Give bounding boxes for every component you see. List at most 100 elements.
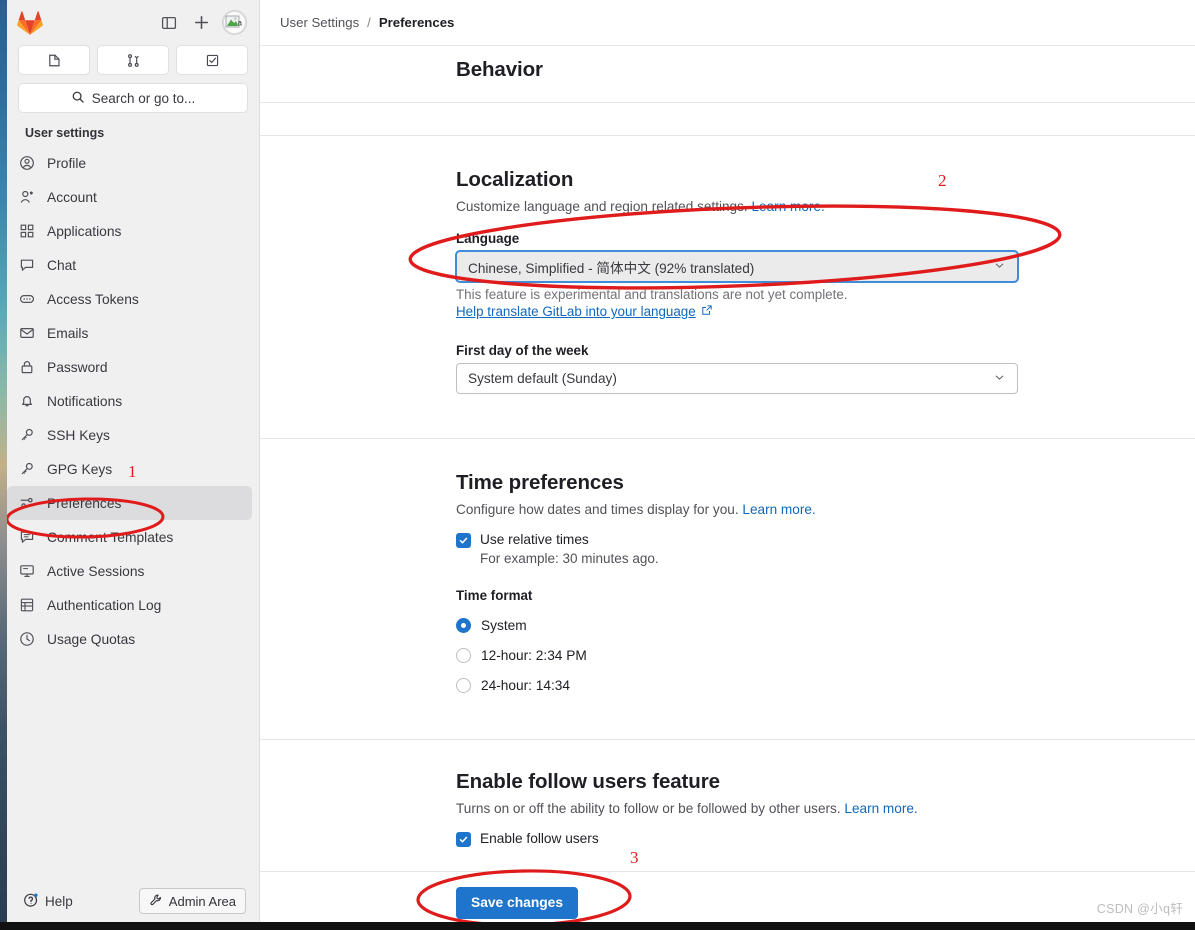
- sidebar-search-wrap: Search or go to...: [7, 83, 259, 123]
- sidebar-item-label: Access Tokens: [47, 291, 139, 307]
- sidebar-item-label: Usage Quotas: [47, 631, 136, 647]
- sidebar-item-active-sessions[interactable]: Active Sessions: [7, 554, 252, 588]
- sidebar-item-emails[interactable]: Emails: [7, 316, 252, 350]
- monitor-icon: [18, 563, 35, 580]
- sidebar-item-label: Notifications: [47, 393, 123, 409]
- localization-desc: Customize language and region related se…: [456, 199, 1195, 214]
- follow-users-desc: Turns on or off the ability to follow or…: [456, 801, 1195, 816]
- breadcrumb-separator: /: [367, 15, 371, 30]
- time-preferences-desc-text: Configure how dates and times display fo…: [456, 502, 739, 517]
- search-input[interactable]: Search or go to...: [18, 83, 248, 113]
- todos-button[interactable]: [176, 45, 248, 75]
- time-preferences-title: Time preferences: [456, 471, 624, 494]
- annotation-number-2: 2: [938, 171, 947, 190]
- user-star-icon: [18, 189, 35, 206]
- sidebar-item-label: GPG Keys: [47, 461, 113, 477]
- language-select-value: Chinese, Simplified - 简体中文 (92% translat…: [468, 260, 755, 276]
- merge-requests-button[interactable]: [97, 45, 169, 75]
- sidebar-item-label: Chat: [47, 257, 77, 273]
- use-relative-times-sub: For example: 30 minutes ago.: [480, 551, 659, 567]
- translate-link-row: Help translate GitLab into your language: [456, 304, 1195, 319]
- grid-apps-icon: [18, 223, 35, 240]
- plus-icon[interactable]: [187, 9, 215, 37]
- sidebar-item-profile[interactable]: Profile: [7, 146, 252, 180]
- breadcrumb-current[interactable]: Preferences: [379, 15, 455, 30]
- sidebar-item-access-tokens[interactable]: Access Tokens: [7, 282, 252, 316]
- wrench-icon: [149, 893, 163, 910]
- time-format-option-system[interactable]: System: [456, 618, 1195, 634]
- search-icon: [71, 90, 85, 107]
- sidebar-item-label: Comment Templates: [47, 529, 174, 545]
- sidebar-item-account[interactable]: Account: [7, 180, 252, 214]
- use-relative-times-row: Use relative times For example: 30 minut…: [456, 531, 1195, 566]
- radio-system[interactable]: [456, 618, 471, 634]
- language-select[interactable]: Chinese, Simplified - 简体中文 (92% translat…: [456, 251, 1018, 282]
- save-row: Save changes: [456, 872, 1195, 919]
- help-button[interactable]: Help: [23, 892, 73, 911]
- key-icon: [18, 461, 35, 478]
- sidebar-item-preferences[interactable]: Preferences: [7, 486, 252, 520]
- use-relative-times-texts: Use relative times For example: 30 minut…: [480, 531, 659, 566]
- sidebar-item-label: Emails: [47, 325, 89, 341]
- sidebar-item-label: Account: [47, 189, 97, 205]
- issues-button[interactable]: [18, 45, 90, 75]
- sidebar-item-label: Password: [47, 359, 108, 375]
- comment-lines-icon: [18, 529, 35, 546]
- localization-desc-text: Customize language and region related se…: [456, 199, 748, 214]
- admin-area-button[interactable]: Admin Area: [138, 888, 246, 914]
- admin-area-label: Admin Area: [168, 893, 236, 909]
- sidebar-section-title: User settings: [25, 126, 105, 140]
- sidebar-item-comment-templates[interactable]: Comment Templates: [7, 520, 252, 554]
- localization-title: Localization: [456, 168, 574, 191]
- time-format-label: Time format: [456, 588, 533, 604]
- watermark: CSDN @小q轩: [1096, 902, 1183, 916]
- svg-text:a: a: [238, 19, 243, 28]
- localization-learn-more-link[interactable]: Learn more.: [751, 199, 824, 214]
- time-format-option-12h[interactable]: 12-hour: 2:34 PM: [456, 648, 1195, 664]
- sidebar-item-label: Authentication Log: [47, 597, 162, 613]
- sidebar-item-usage-quotas[interactable]: Usage Quotas: [7, 622, 252, 656]
- token-icon: [18, 291, 35, 308]
- main-content: User Settings / Preferences Behavior Loc…: [260, 0, 1195, 930]
- chevron-down-icon: [993, 259, 1006, 275]
- first-day-select[interactable]: System default (Sunday): [456, 363, 1018, 394]
- use-relative-times-checkbox[interactable]: [456, 533, 471, 548]
- sidebar-item-password[interactable]: Password: [7, 350, 252, 384]
- save-changes-button[interactable]: Save changes: [456, 886, 579, 919]
- chevron-down-icon: [993, 371, 1006, 387]
- gauge-icon: [18, 631, 35, 648]
- panel-toggle-icon[interactable]: [155, 9, 183, 37]
- sidebar-toolbar: a: [7, 0, 259, 45]
- translate-gitlab-link[interactable]: Help translate GitLab into your language: [456, 304, 696, 319]
- sidebar-item-label: Profile: [47, 155, 87, 171]
- breadcrumb-parent[interactable]: User Settings: [280, 15, 359, 30]
- settings-content: Behavior Localization Customize language…: [260, 46, 1195, 919]
- sidebar-item-notifications[interactable]: Notifications: [7, 384, 252, 418]
- preferences-sliders-icon: [18, 495, 35, 512]
- sidebar-item-chat[interactable]: Chat: [7, 248, 252, 282]
- help-label: Help: [45, 893, 73, 909]
- bell-icon: [18, 393, 35, 410]
- sidebar-item-label: SSH Keys: [47, 427, 110, 443]
- enable-follow-users-checkbox[interactable]: [456, 832, 471, 848]
- use-relative-times-label: Use relative times: [480, 532, 589, 547]
- avatar[interactable]: a: [222, 10, 247, 35]
- follow-users-learn-more-link[interactable]: Learn more.: [844, 801, 917, 816]
- sidebar-item-ssh-keys[interactable]: SSH Keys: [7, 418, 252, 452]
- sidebar-nav: Profile Account Applications Chat Access…: [7, 146, 259, 880]
- time-format-option-24h[interactable]: 24-hour: 14:34: [456, 678, 1195, 694]
- sidebar-item-applications[interactable]: Applications: [7, 214, 252, 248]
- bottom-black-bar: [0, 922, 1195, 930]
- radio-12-hour[interactable]: [456, 648, 471, 664]
- breadcrumb: User Settings / Preferences: [260, 0, 1195, 45]
- external-link-icon: [701, 304, 713, 319]
- first-day-select-value: System default (Sunday): [468, 371, 617, 386]
- localization-section: Localization Customize language and regi…: [456, 136, 1195, 394]
- radio-24-hour[interactable]: [456, 678, 471, 694]
- time-preferences-learn-more-link[interactable]: Learn more.: [742, 502, 815, 517]
- time-preferences-section: Time preferences Configure how dates and…: [456, 439, 1195, 694]
- sidebar-item-authentication-log[interactable]: Authentication Log: [7, 588, 252, 622]
- chat-bubble-icon: [18, 257, 35, 274]
- language-label: Language: [456, 231, 520, 246]
- language-hint: This feature is experimental and transla…: [456, 287, 848, 302]
